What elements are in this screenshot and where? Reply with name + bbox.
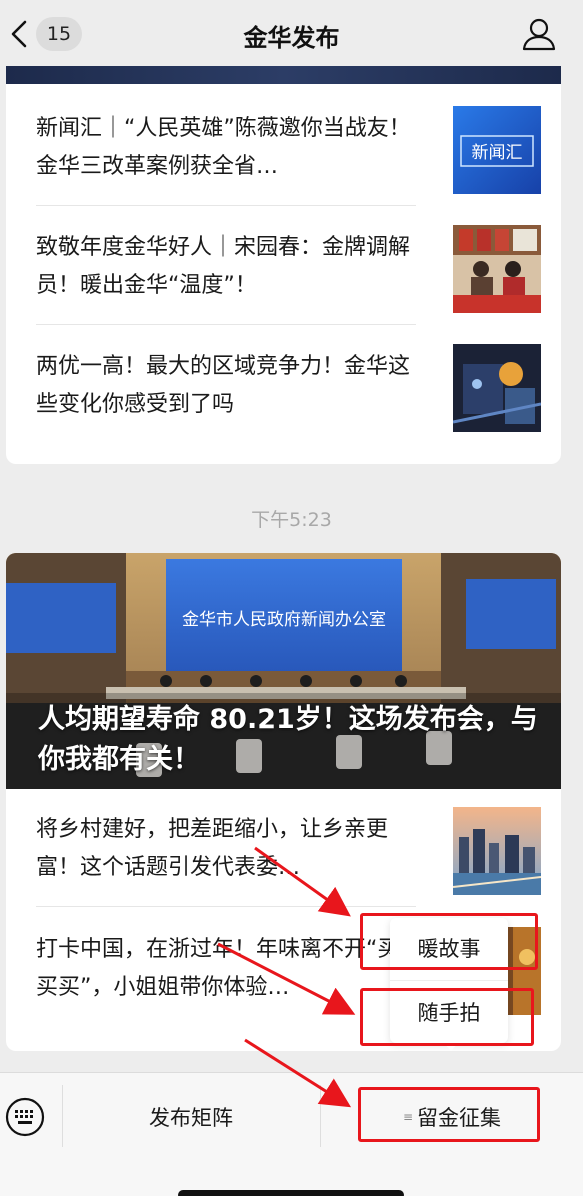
message-card-earlier: 新闻汇｜“人民英雄”陈薇邀你当战友！ 金华三改革案例获全省… 新闻汇 致敬年度金… bbox=[6, 66, 561, 464]
article-thumbnail bbox=[453, 344, 541, 432]
menu-publish-matrix[interactable]: 发布矩阵 bbox=[62, 1097, 320, 1137]
thumbnail-logo-text: 新闻汇 bbox=[472, 143, 523, 163]
keyboard-icon[interactable] bbox=[5, 1097, 45, 1137]
article-title: 两优一高！最大的区域竞争力！金华这些变化你感受到了吗 bbox=[36, 354, 411, 417]
divider bbox=[390, 980, 508, 981]
page-title: 金华发布 bbox=[243, 24, 340, 52]
article-item[interactable]: 将乡村建好，把差距缩小，让乡亲更富！这个话题引发代表委… bbox=[36, 789, 541, 907]
article-title: 新闻汇｜“人民英雄”陈薇邀你当战友！ 金华三改革案例获全省… bbox=[36, 116, 411, 179]
divider bbox=[36, 324, 416, 325]
article-title: 打卡中国，在浙过年！年味离不开“买买买”，小姐姐带你体验… bbox=[36, 937, 400, 1000]
hero-article[interactable]: 金华市人民政府新闻办公室 人均期望寿命 80.21岁！这场发布会，与你我都有关！ bbox=[6, 553, 561, 789]
divider bbox=[36, 906, 416, 907]
message-timestamp: 下午5:23 bbox=[251, 509, 332, 531]
article-thumbnail bbox=[453, 225, 541, 313]
article-thumbnail: 新闻汇 bbox=[453, 106, 541, 194]
article-item[interactable]: 新闻汇｜“人民英雄”陈薇邀你当战友！ 金华三改革案例获全省… 新闻汇 bbox=[36, 88, 541, 206]
article-thumbnail bbox=[453, 807, 541, 895]
navigation-bar: 15 金华发布 bbox=[0, 0, 583, 68]
article-item[interactable]: 两优一高！最大的区域竞争力！金华这些变化你感受到了吗 bbox=[36, 326, 541, 444]
article-item[interactable]: 致敬年度金华好人｜宋园春：金牌调解员！暖出金华“温度”！ bbox=[36, 207, 541, 325]
menu-label: 发布矩阵 bbox=[149, 1106, 233, 1130]
highlight-box-warm-stories bbox=[360, 913, 538, 970]
highlight-box-snapshot bbox=[360, 988, 534, 1046]
hero-screen-text: 金华市人民政府新闻办公室 bbox=[182, 610, 386, 630]
divider bbox=[36, 205, 416, 206]
hero-title: 人均期望寿命 80.21岁！这场发布会，与你我都有关！ bbox=[38, 704, 538, 775]
previous-banner-strip bbox=[6, 66, 561, 84]
home-indicator bbox=[178, 1190, 404, 1196]
article-title: 致敬年度金华好人｜宋园春：金牌调解员！暖出金华“温度”！ bbox=[36, 235, 411, 298]
highlight-box-collection bbox=[358, 1087, 540, 1142]
profile-icon[interactable] bbox=[521, 16, 557, 52]
article-title: 将乡村建好，把差距缩小，让乡亲更富！这个话题引发代表委… bbox=[36, 817, 389, 880]
